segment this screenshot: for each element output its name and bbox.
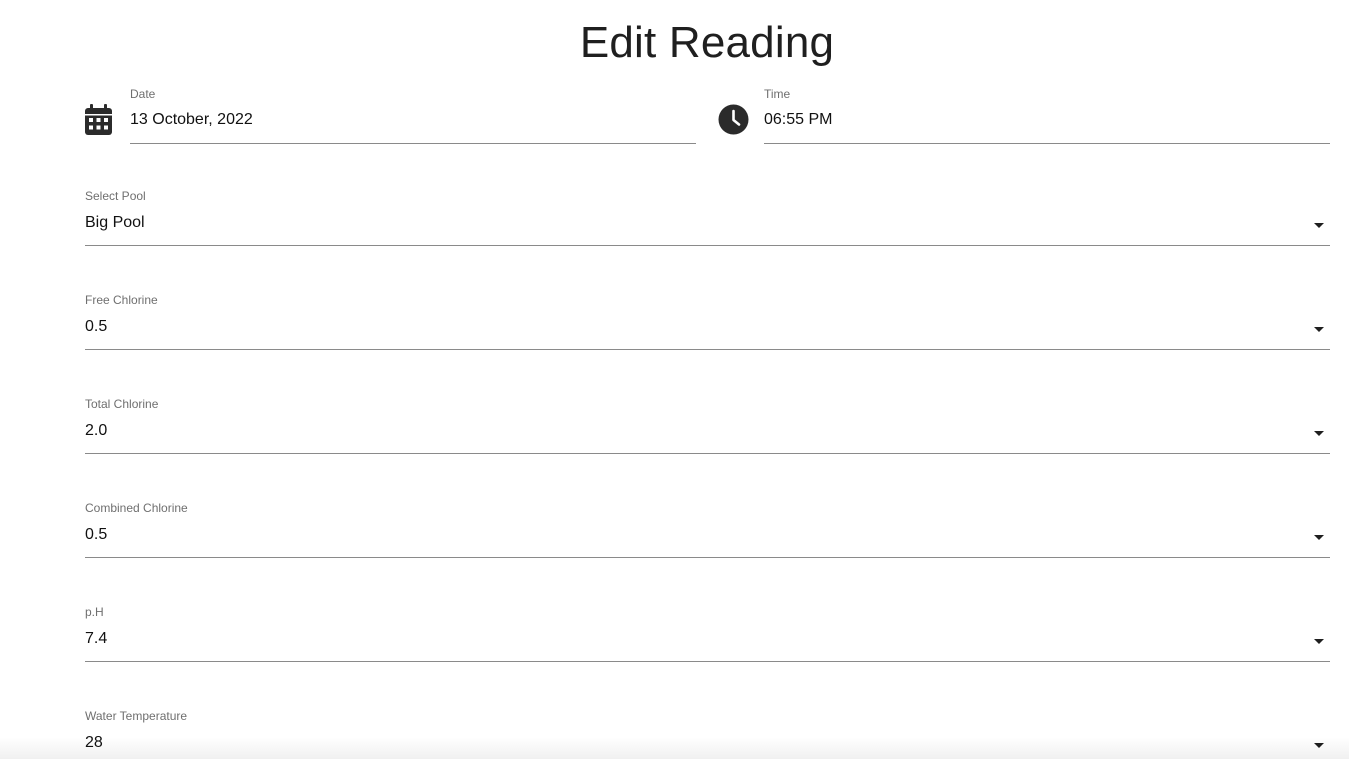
combined-chlorine-value: 0.5 (85, 526, 108, 543)
ph-label: p.H (85, 605, 104, 619)
select-combined-chlorine[interactable]: Combined Chlorine 0.5 (85, 500, 1330, 558)
chevron-down-icon[interactable] (1314, 743, 1324, 748)
chevron-down-icon[interactable] (1314, 431, 1324, 436)
date-value: 13 October, 2022 (130, 111, 253, 128)
select-pool-label: Select Pool (85, 189, 146, 203)
select-free-chlorine[interactable]: Free Chlorine 0.5 (85, 292, 1330, 350)
chevron-down-icon[interactable] (1314, 327, 1324, 332)
total-chlorine-value: 2.0 (85, 422, 108, 439)
water-temperature-label: Water Temperature (85, 709, 188, 723)
free-chlorine-label: Free Chlorine (85, 293, 158, 307)
total-chlorine-label: Total Chlorine (85, 397, 159, 411)
time-value: 06:55 PM (764, 111, 833, 128)
select-pool[interactable]: Select Pool Big Pool (85, 188, 1330, 246)
select-pool-value: Big Pool (85, 214, 145, 231)
select-total-chlorine[interactable]: Total Chlorine 2.0 (85, 396, 1330, 454)
time-field[interactable]: Time 06:55 PM (718, 84, 1330, 144)
calendar-icon[interactable] (85, 104, 115, 136)
chevron-down-icon[interactable] (1314, 639, 1324, 644)
date-field[interactable]: Date 13 October, 2022 (85, 84, 696, 144)
chevron-down-icon[interactable] (1314, 535, 1324, 540)
clock-icon[interactable] (718, 104, 749, 136)
ph-value: 7.4 (85, 630, 108, 647)
time-label: Time (764, 87, 791, 101)
date-input[interactable]: Date 13 October, 2022 (130, 84, 696, 144)
select-ph[interactable]: p.H 7.4 (85, 604, 1330, 662)
date-label: Date (130, 87, 156, 101)
combined-chlorine-label: Combined Chlorine (85, 501, 188, 515)
time-input[interactable]: Time 06:55 PM (764, 84, 1330, 144)
chevron-down-icon[interactable] (1314, 223, 1324, 228)
edit-reading-page: Edit Reading Date 13 October, 2022 Time … (0, 0, 1349, 759)
select-water-temperature[interactable]: Water Temperature 28 (85, 708, 1330, 759)
page-title: Edit Reading (579, 18, 835, 67)
free-chlorine-value: 0.5 (85, 318, 108, 335)
water-temperature-value: 28 (85, 734, 103, 751)
